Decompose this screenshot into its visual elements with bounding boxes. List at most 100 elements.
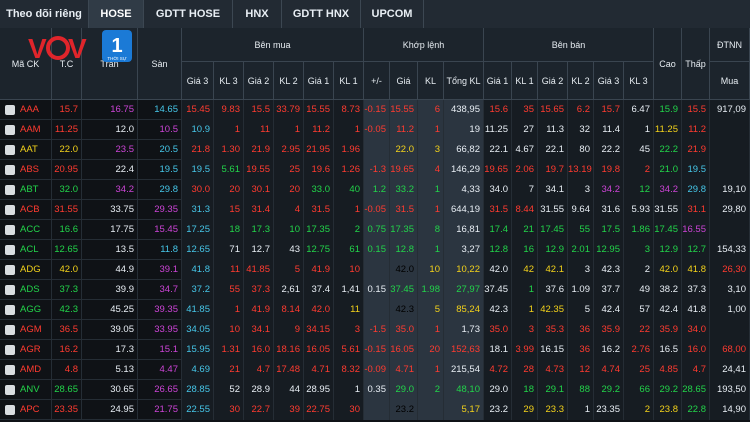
- data-cell: 30: [214, 400, 244, 420]
- data-cell: 7: [512, 180, 538, 200]
- data-cell: 41.85: [182, 300, 214, 320]
- symbol-cell[interactable]: AAT: [0, 140, 52, 160]
- symbol-cell[interactable]: ADS: [0, 280, 52, 300]
- data-cell: 33.2: [390, 180, 418, 200]
- data-cell: 4.71: [390, 360, 418, 380]
- table-row[interactable]: ABS 20.95 22.4 19.5 19.5 5.61 19.55 25 19.6 1.26-…: [0, 160, 750, 180]
- header-sub-gia2: Giá 2: [538, 62, 568, 100]
- symbol-cell[interactable]: ANV: [0, 380, 52, 400]
- table-row[interactable]: AAA 15.7 16.75 14.65 15.45 9.83 15.5 33.79 15.55…: [0, 100, 750, 120]
- table-row[interactable]: AMD 4.8 5.13 4.47 4.69 21 4.7 17.48 4.71 8.32 -0.0…: [0, 360, 750, 380]
- data-cell: 11.3: [538, 120, 568, 140]
- tab-gdtt-hose[interactable]: GDTT HOSE: [144, 0, 233, 28]
- data-cell: 22.0: [52, 140, 82, 160]
- data-cell: -0.15: [364, 340, 390, 360]
- tab-hnx[interactable]: HNX: [233, 0, 282, 28]
- data-cell: 33.75: [82, 200, 138, 220]
- data-cell: 5.61: [334, 340, 364, 360]
- symbol-cell[interactable]: AAM: [0, 120, 52, 140]
- table-row[interactable]: APC 23.35 24.95 21.75 22.55 30 22.7 39 22.75 30 23…: [0, 400, 750, 420]
- symbol-cell[interactable]: ADG: [0, 260, 52, 280]
- table-row[interactable]: ANV 28.65 30.65 26.65 28.85 52 28.9 44 28.95 1 0.3…: [0, 380, 750, 400]
- table-row[interactable]: AAT 22.0 23.5 20.5 21.8 1.30 21.9 2.95 21.95 1.96…: [0, 140, 750, 160]
- header-sub-kl1: KL 1: [512, 62, 538, 100]
- tab-upcom[interactable]: UPCOM: [361, 0, 424, 28]
- data-cell: 19.5: [182, 160, 214, 180]
- data-cell: 0.15: [364, 280, 390, 300]
- data-cell: 3,10: [710, 280, 750, 300]
- tab-gdtt-hnx[interactable]: GDTT HNX: [282, 0, 361, 28]
- data-cell: 37.3: [52, 280, 82, 300]
- data-cell: 16.5: [654, 340, 682, 360]
- data-cell: 31.4: [244, 200, 274, 220]
- symbol-cell[interactable]: AGG: [0, 300, 52, 320]
- data-cell: 34.1: [244, 320, 274, 340]
- symbol-cell[interactable]: AGM: [0, 320, 52, 340]
- symbol-cell[interactable]: ACC: [0, 220, 52, 240]
- symbol-cell[interactable]: ACB: [0, 200, 52, 220]
- data-cell: 31.3: [182, 200, 214, 220]
- header-sub-gia: Giá: [390, 62, 418, 100]
- data-cell: 11: [334, 300, 364, 320]
- symbol-cell[interactable]: AGR: [0, 340, 52, 360]
- data-cell: -0.09: [364, 360, 390, 380]
- data-cell: 41.8: [682, 300, 710, 320]
- data-cell: 3: [624, 240, 654, 260]
- data-cell: 17.45: [654, 220, 682, 240]
- table-row[interactable]: AAM 11.25 12.0 10.5 10.9 1 11 1 11.2 1 -0.05 11.2 1 1…: [0, 120, 750, 140]
- symbol-cell[interactable]: AAA: [0, 100, 52, 120]
- table-row[interactable]: AGM 36.5 39.05 33.95 34.05 10 34.1 9 34.15 3 -1.5 3…: [0, 320, 750, 340]
- data-cell: 80: [568, 140, 594, 160]
- data-cell: 24.95: [82, 400, 138, 420]
- data-cell: 30.0: [182, 180, 214, 200]
- tab-hose[interactable]: HOSE: [89, 0, 144, 28]
- tab-theo-dõi-riêng[interactable]: Theo dõi riêng: [0, 0, 89, 28]
- data-cell: 29.2: [654, 380, 682, 400]
- symbol-cell[interactable]: AMD: [0, 360, 52, 380]
- data-cell: 1.98: [418, 280, 444, 300]
- symbol-cell[interactable]: ABS: [0, 160, 52, 180]
- data-cell: 15.65: [538, 100, 568, 120]
- data-cell: 12.7: [682, 240, 710, 260]
- data-cell: 42.0: [304, 300, 334, 320]
- data-cell: 42.0: [484, 260, 512, 280]
- data-cell: 31.5: [390, 200, 418, 220]
- data-cell: 11.2: [682, 120, 710, 140]
- table-row[interactable]: AGR 16.2 17.3 15.1 15.95 1.31 16.0 18.16 16.05 5.…: [0, 340, 750, 360]
- data-cell: 37.4: [304, 280, 334, 300]
- data-cell: 1: [418, 360, 444, 380]
- data-cell: 11.25: [52, 120, 82, 140]
- table-row[interactable]: ACC 16.6 17.75 15.45 17.25 18 17.3 10 17.35 2 0.75…: [0, 220, 750, 240]
- data-cell: 11: [244, 120, 274, 140]
- data-cell: 22.4: [82, 160, 138, 180]
- data-cell: 2: [334, 220, 364, 240]
- data-cell: 12.65: [52, 240, 82, 260]
- data-cell: 15.55: [304, 100, 334, 120]
- data-cell: 28.65: [52, 380, 82, 400]
- data-cell: 17.25: [182, 220, 214, 240]
- data-cell: 27: [512, 120, 538, 140]
- symbol-cell[interactable]: ACL: [0, 240, 52, 260]
- data-cell: 22.0: [390, 140, 418, 160]
- data-cell: 4.8: [52, 360, 82, 380]
- data-cell: 5: [418, 300, 444, 320]
- data-cell: 41.8: [682, 260, 710, 280]
- data-cell: 1: [418, 180, 444, 200]
- data-cell: 28.95: [304, 380, 334, 400]
- data-cell: 32: [568, 120, 594, 140]
- table-row[interactable]: ADS 37.3 39.9 34.7 37.2 55 37.3 2,61 37.4 1,41 0.1…: [0, 280, 750, 300]
- data-cell: 44.9: [82, 260, 138, 280]
- data-cell: 4.7: [244, 360, 274, 380]
- table-row[interactable]: ABT 32.0 34.2 29.8 30.0 20 30.1 20 33.0 40 1.2 33.2…: [0, 180, 750, 200]
- data-cell: 25: [274, 160, 304, 180]
- data-cell: 20: [214, 180, 244, 200]
- table-row[interactable]: ACB 31.55 33.75 29.35 31.3 15 31.4 4 31.5 1 -0.05 3…: [0, 200, 750, 220]
- table-row[interactable]: ACL 12.65 13.5 11.8 12.65 71 12.7 43 12.75 61 0.15…: [0, 240, 750, 260]
- table-row[interactable]: AGG 42.3 45.25 39.35 41.85 1 41.9 8.14 42.0 11 42.…: [0, 300, 750, 320]
- symbol-cell[interactable]: ABT: [0, 180, 52, 200]
- table-row[interactable]: ADG 42.0 44.9 39.1 41.8 11 41.85 5 41.9 10 42.0 10 1…: [0, 260, 750, 280]
- symbol-cell[interactable]: APC: [0, 400, 52, 420]
- header-mua: Mua: [710, 62, 750, 100]
- data-cell: 1,41: [334, 280, 364, 300]
- data-cell: 4: [418, 160, 444, 180]
